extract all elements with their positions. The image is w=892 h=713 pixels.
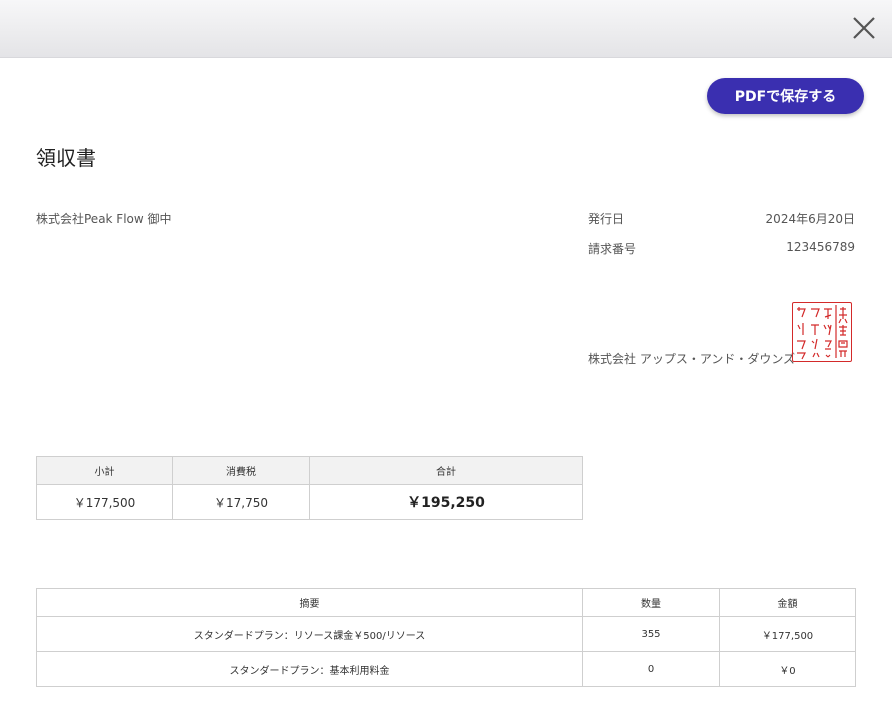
modal-header [0,0,892,58]
close-icon[interactable] [850,14,878,42]
seal-stamp-icon [797,305,848,360]
tax-value: ￥17,750 [172,484,310,520]
item-quantity: 355 [582,616,720,652]
addressee: 株式会社Peak Flow 御中 [36,212,172,226]
item-amount: ￥0 [719,651,856,687]
items-header-row: 摘要 数量 金額 [36,588,856,617]
summary-value-row: ￥177,500 ￥17,750 ￥195,250 [36,484,583,520]
issuer-name: 株式会社 アップス・アンド・ダウンズ [588,352,796,366]
issue-date-value: 2024年6月20日 [765,212,855,226]
company-seal [792,302,852,362]
amount-header: 金額 [719,588,856,617]
summary-table: 小計 消費税 合計 ￥177,500 ￥17,750 ￥195,250 [36,456,583,520]
table-row: スタンダードプラン：リソース課金￥500/リソース 355 ￥177,500 [36,616,856,652]
save-pdf-button[interactable]: PDFで保存する [707,78,864,114]
invoice-number-label: 請求番号 [588,242,637,256]
tax-header: 消費税 [172,456,310,485]
total-value: ￥195,250 [309,484,583,520]
quantity-header: 数量 [582,588,720,617]
page-title: 領収書 [36,146,96,170]
table-row: スタンダードプラン：基本利用料金 0 ￥0 [36,651,856,687]
item-amount: ￥177,500 [719,616,856,652]
invoice-number-value: 123456789 [786,240,855,254]
issue-date-label: 発行日 [588,212,625,226]
item-description: スタンダードプラン：リソース課金￥500/リソース [36,616,583,652]
subtotal-value: ￥177,500 [36,484,173,520]
summary-header-row: 小計 消費税 合計 [36,456,583,485]
description-header: 摘要 [36,588,583,617]
item-description: スタンダードプラン：基本利用料金 [36,651,583,687]
item-quantity: 0 [582,651,720,687]
total-header: 合計 [309,456,583,485]
subtotal-header: 小計 [36,456,173,485]
line-items-table: 摘要 数量 金額 スタンダードプラン：リソース課金￥500/リソース 355 ￥… [36,588,856,687]
